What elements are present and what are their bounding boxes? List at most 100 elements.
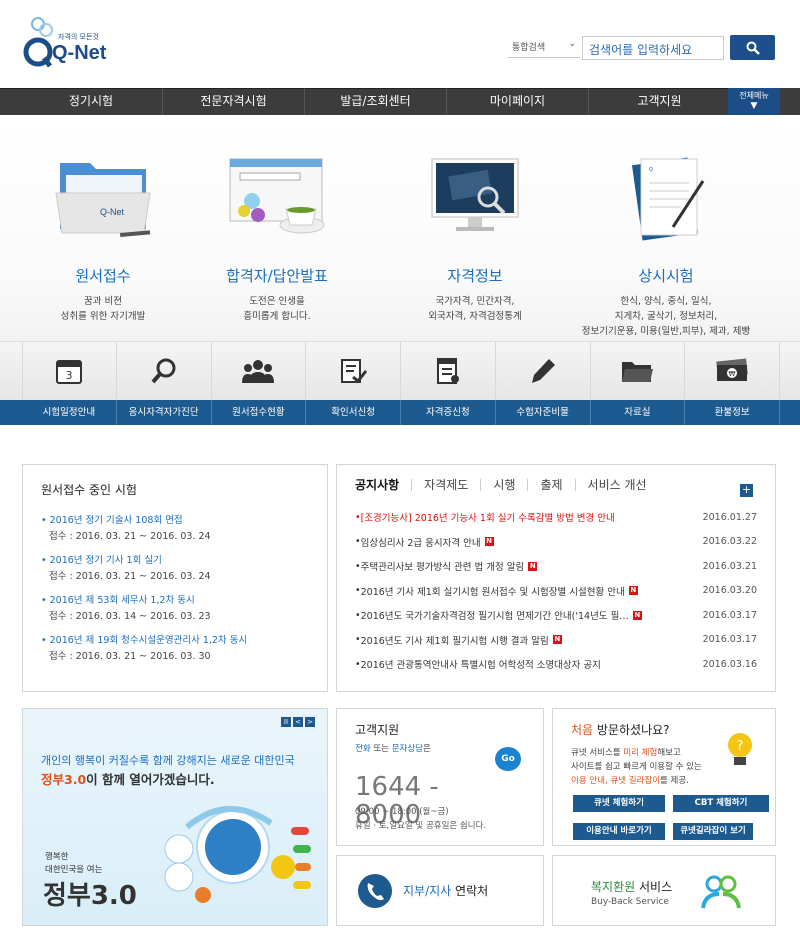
document-icon xyxy=(436,358,459,384)
quick-link-label[interactable]: 환불정보 xyxy=(685,400,780,425)
cs-hours-holiday: 휴일 · 토,일요일 및 공휴일은 쉽니다. xyxy=(355,821,487,831)
go-button[interactable]: Go xyxy=(495,747,521,771)
branch-label-blue: 지부/지사 xyxy=(403,884,452,898)
quick-refund-info[interactable]: ₩ xyxy=(685,342,780,400)
service-desc-line: 꿈과 비젼 xyxy=(84,296,122,307)
quick-link-label[interactable]: 자료실 xyxy=(591,400,686,425)
branch-contact-panel[interactable]: 지부/지사 연락처 xyxy=(336,855,544,926)
quick-license-request[interactable] xyxy=(401,342,496,400)
notice-title: • [조경기능사] 2016년 기능사 1회 실기 수록감별 방법 변경 안내 xyxy=(355,510,685,525)
buyback-subtitle: Buy-Back Service xyxy=(591,897,669,907)
nav-item-professional-exam[interactable]: 전문자격시험 xyxy=(162,88,304,115)
list-item[interactable]: • 2016년 제 19회 청수시설운영관리사 1,2차 동시 접수 : 201… xyxy=(41,632,309,662)
search-button[interactable] xyxy=(730,35,775,60)
notice-row[interactable]: • [조경기능사] 2016년 기능사 1회 실기 수록감별 방법 변경 안내 2… xyxy=(355,505,757,530)
banner-line2-text: 이 함께 열어가겠습니다. xyxy=(86,772,215,787)
monitor-illustration-icon xyxy=(420,153,530,243)
quick-link-label[interactable]: 자격증신청 xyxy=(401,400,496,425)
gov30-banner[interactable]: II < > 개인의 행복이 커질수록 함께 강해지는 새로운 대한민국 정부3… xyxy=(22,708,328,926)
banner-line1: 개인의 행복이 커질수록 함께 강해지는 새로운 대한민국 xyxy=(41,754,295,767)
banner-sub: 행복한 대한민국을 여는 xyxy=(45,851,102,877)
prev-icon[interactable]: < xyxy=(293,717,303,727)
folder-icon xyxy=(622,362,654,382)
search-input[interactable]: 검색어를 입력하세요 xyxy=(582,36,724,60)
nav-item-customer-support[interactable]: 고객지원 xyxy=(588,88,730,115)
notice-tabs: 공지사항 자격제도 시행 출제 서비스 개선 xyxy=(355,479,757,491)
notice-date: 2016.03.17 xyxy=(702,634,757,646)
notice-row[interactable]: • 주택관리사보 평가방식 관련 법 개정 알림 N 2016.03.21 xyxy=(355,554,757,579)
pause-icon[interactable]: II xyxy=(281,717,291,727)
nav-item-issue-center[interactable]: 발급/조회센터 xyxy=(304,88,446,115)
exam-period: 접수 : 2016. 03. 14 ~ 2016. 03. 23 xyxy=(49,611,211,622)
quick-link-label[interactable]: 시험일정안내 xyxy=(22,400,117,425)
service-qualification-info[interactable]: 자격정보 국가자격, 민간자격, 외국자격, 자격검정통계 xyxy=(380,115,570,324)
exam-name-text: 2016년 제 53회 세무사 1,2차 동시 xyxy=(49,595,195,606)
quick-exam-schedule[interactable]: 3 xyxy=(22,342,117,400)
calendar-icon: 3 xyxy=(56,360,83,384)
service-title: 원서접수 xyxy=(75,267,131,285)
nav-item-regular-exam[interactable]: 정기시험 xyxy=(0,88,162,115)
qnet-guide-button[interactable]: 큐넷길라잡이 보기 xyxy=(673,823,753,840)
svg-text:?: ? xyxy=(737,739,744,754)
quick-archive[interactable] xyxy=(591,342,686,400)
usage-guide-button[interactable]: 이용안내 바로가기 xyxy=(573,823,665,840)
service-application[interactable]: Q-Net 원서접수 꿈과 비젼 성취를 위한 자기개발 xyxy=(8,115,198,324)
next-icon[interactable]: > xyxy=(305,717,315,727)
svg-text:Q-Net: Q-Net xyxy=(100,207,125,217)
customer-support-panel[interactable]: 고객지원 전화 또는 문자상담은 Go 1644 - 8000 09:00 ~ … xyxy=(336,708,544,846)
buyback-title: 복지환원 서비스 xyxy=(591,878,775,895)
quick-link-label[interactable]: 확인서신청 xyxy=(306,400,401,425)
notice-title-text: 주택관리사보 평가방식 관련 법 개정 알림 xyxy=(360,562,525,574)
branch-label: 지부/지사 연락처 xyxy=(403,882,488,899)
notice-date: 2016.03.17 xyxy=(702,609,757,621)
service-desc-line: 지게차, 굴삭기, 정보처리, xyxy=(614,311,718,322)
tab-qualification-system[interactable]: 자격제도 xyxy=(411,479,480,491)
visit-desc-line: 사이트를 쉽고 빠르게 이용할 수 있는 xyxy=(571,762,702,772)
title-em: 처음 xyxy=(571,723,594,737)
exam-period: 접수 : 2016. 03. 21 ~ 2016. 03. 30 xyxy=(49,651,211,662)
list-item[interactable]: • 2016년 정기 기사 1회 실기 접수 : 2016. 03. 21 ~ … xyxy=(41,552,309,582)
notice-title: • 2016년 기사 제1회 실기시험 원서접수 및 시험장별 시설현황 안내 N xyxy=(355,584,685,598)
notice-row[interactable]: • 2016년도 국가기술자격검정 필기시험 면제기간 안내('14년도 필… N… xyxy=(355,603,757,628)
notice-date: 2016.03.20 xyxy=(702,585,757,597)
tab-notice[interactable]: 공지사항 xyxy=(355,479,411,491)
qnet-logo[interactable]: 자격의 모든것 Q-Net xyxy=(22,14,112,70)
exam-name: • 2016년 정기 기술사 108회 면접 xyxy=(41,515,183,526)
buyback-service-panel[interactable]: 복지환원 서비스 Buy-Back Service xyxy=(552,855,776,926)
list-item[interactable]: • 2016년 정기 기술사 108회 면접 접수 : 2016. 03. 21… xyxy=(41,512,309,542)
service-desc-line: 정보기기운용, 미용(일반,피부), 제과, 제빵 xyxy=(581,326,751,337)
quick-link-label[interactable]: 수험자준비물 xyxy=(496,400,591,425)
service-desc: 꿈과 비젼 성취를 위한 자기개발 xyxy=(8,294,198,324)
tab-question-setting[interactable]: 출제 xyxy=(527,479,574,491)
more-button[interactable]: + xyxy=(740,484,753,497)
search-scope-select[interactable]: 통합검색 ⌄ xyxy=(508,36,580,58)
tab-administration[interactable]: 시행 xyxy=(480,479,527,491)
logo-tagline: 자격의 모든것 xyxy=(58,33,99,41)
all-menu-button[interactable]: 전체메뉴 ▼ xyxy=(728,88,780,115)
magnifier-icon xyxy=(151,358,176,384)
service-always-exam[interactable]: Q 상시시험 한식, 양식, 중식, 일식, 지게차, 굴삭기, 정보처리, 정… xyxy=(568,115,764,339)
panel-title: 원서접수 중인 시험 xyxy=(41,483,137,497)
quick-exam-supplies[interactable] xyxy=(496,342,591,400)
tab-service-improvement[interactable]: 서비스 개선 xyxy=(574,479,659,491)
notice-row[interactable]: • 임상심리사 2급 응시자격 안내 N 2016.03.22 xyxy=(355,530,757,555)
quick-link-label[interactable]: 원서접수현황 xyxy=(212,400,307,425)
service-results[interactable]: 합격자/답안발표 도전은 인생을 흥미롭게 합니다. xyxy=(182,115,372,324)
notice-list: • [조경기능사] 2016년 기능사 1회 실기 수록감별 방법 변경 안내 2… xyxy=(355,505,757,677)
quick-self-check[interactable] xyxy=(117,342,212,400)
nav-item-mypage[interactable]: 마이페이지 xyxy=(446,88,588,115)
visit-desc-em: 이용 안내, 큐넷 길라잡이 xyxy=(571,776,661,786)
quick-application-status[interactable] xyxy=(212,342,307,400)
notice-row[interactable]: • 2016년 기사 제1회 실기시험 원서접수 및 시험장별 시설현황 안내 N… xyxy=(355,579,757,604)
quick-link-label[interactable]: 응시자격자가진단 xyxy=(117,400,212,425)
quick-certificate-request[interactable] xyxy=(306,342,401,400)
cbt-experience-button[interactable]: CBT 체험하기 xyxy=(673,795,769,812)
notice-row[interactable]: • 2016년 관광통역안내사 특별시험 어학성적 소명대상자 공지 2016.0… xyxy=(355,652,757,677)
qnet-experience-button[interactable]: 큐넷 체험하기 xyxy=(573,795,665,812)
lightbulb-icon: ? xyxy=(728,733,752,765)
money-icon: ₩ xyxy=(716,358,748,381)
service-desc: 국가자격, 민간자격, 외국자격, 자격검정통계 xyxy=(380,294,570,324)
cs-hours: 09:00 ~ 18:00 (월~금) 휴일 · 토,일요일 및 공휴일은 쉽니… xyxy=(355,805,486,833)
notice-row[interactable]: • 2016년도 기사 제1회 필기시험 시행 결과 알림 N 2016.03.17 xyxy=(355,628,757,653)
list-item[interactable]: • 2016년 제 53회 세무사 1,2차 동시 접수 : 2016. 03.… xyxy=(41,592,309,622)
